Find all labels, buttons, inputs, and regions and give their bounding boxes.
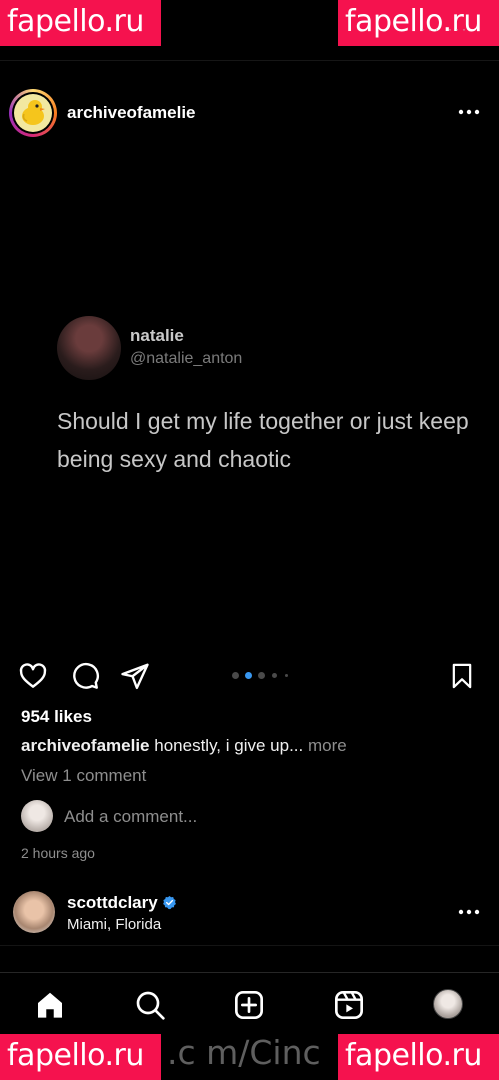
view-comments-link[interactable]: View 1 comment [21,766,146,786]
tweet-author-handle: @natalie_anton [130,350,243,367]
search-icon[interactable] [134,989,166,1021]
watermark-top-left: fapello.ru [0,0,161,46]
background-url-text: .c m/Cinc [167,1033,321,1072]
more-horizontal-icon[interactable] [457,900,481,924]
watermark-top-right: fapello.ru [338,0,499,46]
current-user-avatar [21,800,53,832]
watermark-bottom-left: fapello.ru [0,1034,161,1080]
post-username[interactable]: archiveofamelie [67,103,196,123]
watermark-bottom-right: fapello.ru [338,1034,499,1080]
story-ring-avatar[interactable] [9,89,57,137]
tweet-author-avatar [57,316,121,380]
tweet-author-name: natalie [130,326,184,345]
heart-icon[interactable] [18,661,48,691]
action-bar [0,657,499,697]
next-post-location[interactable]: Miami, Florida [67,916,161,933]
top-divider [0,60,499,61]
share-icon[interactable] [120,661,150,691]
feed-divider [0,945,499,946]
caption-text: honestly, i give up... [154,736,304,755]
next-post-header: scottdclary Miami, Florida [0,888,499,938]
more-horizontal-icon[interactable] [457,100,481,124]
bookmark-icon[interactable] [448,661,478,691]
post-timestamp: 2 hours ago [21,845,95,861]
profile-avatar[interactable] [433,989,465,1021]
create-icon[interactable] [233,989,265,1021]
caption-more-link[interactable]: more [308,736,347,755]
comment-icon[interactable] [70,661,100,691]
caption: archiveofamelie honestly, i give up... m… [21,736,347,756]
add-comment-input[interactable]: Add a comment... [64,807,197,827]
verified-badge-icon [162,895,176,910]
reels-icon[interactable] [333,989,365,1045]
post-media[interactable]: natalie @natalie_anton Should I get my l… [0,146,499,651]
tweet-text: Should I get my life together or just ke… [57,408,469,472]
status-icons: ··· ··· [420,22,469,36]
duck-avatar-icon [14,94,52,132]
home-icon[interactable] [34,989,66,1045]
caption-username[interactable]: archiveofamelie [21,736,150,755]
post-header: archiveofamelie [0,86,499,138]
next-post-username[interactable]: scottdclary [67,893,158,912]
next-post-avatar[interactable] [13,891,55,933]
next-post-username-row[interactable]: scottdclary [67,893,177,913]
likes-count[interactable]: 954 likes [21,707,92,727]
